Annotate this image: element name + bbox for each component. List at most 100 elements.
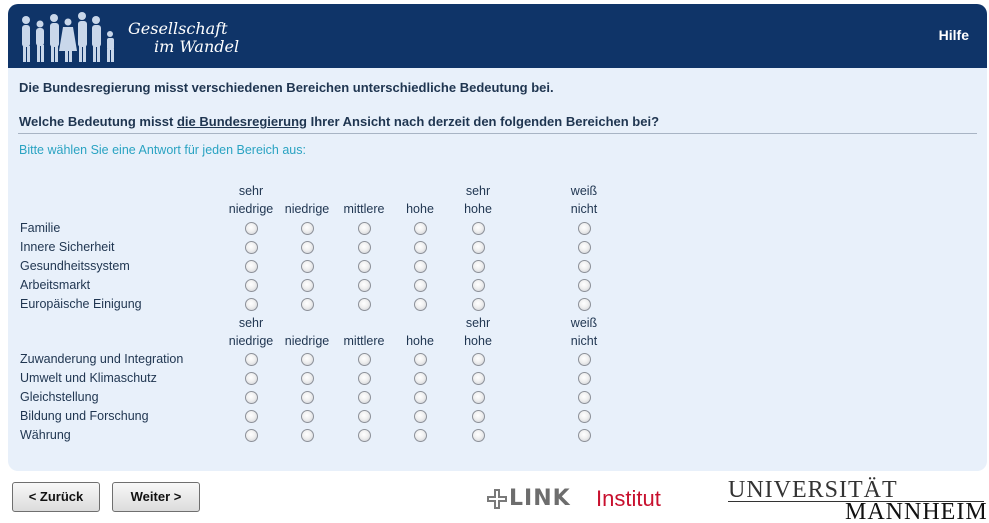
column-header: sehr hohe xyxy=(445,314,511,350)
answer-radio[interactable] xyxy=(578,241,591,254)
answer-radio[interactable] xyxy=(301,241,314,254)
answer-radio[interactable] xyxy=(472,372,485,385)
answer-radio[interactable] xyxy=(245,260,258,273)
answer-radio[interactable] xyxy=(245,391,258,404)
column-header-line1: weiß xyxy=(570,316,598,330)
answer-radio[interactable] xyxy=(414,410,427,423)
answer-radio[interactable] xyxy=(245,353,258,366)
answer-radio[interactable] xyxy=(358,260,371,273)
answer-radio[interactable] xyxy=(414,260,427,273)
answer-radio[interactable] xyxy=(414,222,427,235)
column-header: weiß nicht xyxy=(551,182,617,218)
row-label: Europäische Einigung xyxy=(20,297,142,311)
answer-radio[interactable] xyxy=(245,279,258,292)
answer-radio[interactable] xyxy=(472,410,485,423)
column-header-line1 xyxy=(387,182,453,200)
column-header-line2: nicht xyxy=(570,334,598,348)
answer-radio[interactable] xyxy=(301,372,314,385)
survey-panel: Die Bundesregierung misst verschiedenen … xyxy=(8,68,987,471)
answer-radio[interactable] xyxy=(472,222,485,235)
answer-radio[interactable] xyxy=(472,241,485,254)
help-link[interactable]: Hilfe xyxy=(939,27,969,43)
column-header-line2: nicht xyxy=(570,202,598,216)
logo-line2: im Wandel xyxy=(154,37,240,56)
column-header-line1: weiß xyxy=(570,184,598,198)
answer-radio[interactable] xyxy=(245,410,258,423)
answer-radio[interactable] xyxy=(301,298,314,311)
answer-radio[interactable] xyxy=(578,410,591,423)
link-institut-word: Institut xyxy=(596,486,661,511)
answer-radio[interactable] xyxy=(301,410,314,423)
row-label: Innere Sicherheit xyxy=(20,240,115,254)
column-header-line2: hohe xyxy=(464,202,492,216)
answer-radio[interactable] xyxy=(358,279,371,292)
answer-radio[interactable] xyxy=(358,222,371,235)
answer-radio[interactable] xyxy=(358,429,371,442)
link-word: LINK xyxy=(509,486,571,511)
answer-radio[interactable] xyxy=(472,391,485,404)
answer-radio[interactable] xyxy=(414,279,427,292)
answer-radio[interactable] xyxy=(578,391,591,404)
answer-radio[interactable] xyxy=(472,353,485,366)
answer-radio[interactable] xyxy=(301,279,314,292)
answer-radio[interactable] xyxy=(472,429,485,442)
answer-radio[interactable] xyxy=(245,372,258,385)
answer-radio[interactable] xyxy=(301,353,314,366)
answer-radio[interactable] xyxy=(414,241,427,254)
row-label: Währung xyxy=(20,428,71,442)
answer-radio[interactable] xyxy=(414,429,427,442)
row-label: Arbeitsmarkt xyxy=(20,278,91,292)
answer-radio[interactable] xyxy=(358,410,371,423)
answer-radio[interactable] xyxy=(301,429,314,442)
column-header-line2: hohe xyxy=(464,334,492,348)
gesellschaft-im-wandel-logo: Gesellschaft im Wandel xyxy=(18,10,258,66)
answer-radio[interactable] xyxy=(578,372,591,385)
answer-radio[interactable] xyxy=(578,222,591,235)
answer-radio[interactable] xyxy=(245,298,258,311)
answer-radio[interactable] xyxy=(414,372,427,385)
universitaet-mannheim-logo: UNIVERSITÄT MANNHEIM xyxy=(728,478,987,523)
back-button[interactable]: < Zurück xyxy=(12,482,100,512)
column-header-line1: sehr xyxy=(465,316,491,330)
answer-radio[interactable] xyxy=(358,391,371,404)
answer-radio[interactable] xyxy=(358,353,371,366)
row-label: Gleichstellung xyxy=(20,390,99,404)
answer-radio[interactable] xyxy=(472,279,485,292)
answer-radio[interactable] xyxy=(358,241,371,254)
answer-radio[interactable] xyxy=(578,353,591,366)
answer-radio[interactable] xyxy=(414,298,427,311)
next-button[interactable]: Weiter > xyxy=(112,482,200,512)
answer-radio[interactable] xyxy=(245,222,258,235)
row-label: Familie xyxy=(20,221,61,235)
answer-radio[interactable] xyxy=(414,391,427,404)
answer-radio[interactable] xyxy=(301,391,314,404)
row-label: Bildung und Forschung xyxy=(20,409,149,423)
column-header-line1: sehr xyxy=(465,184,491,198)
column-header: weiß nicht xyxy=(551,314,617,350)
column-header: sehr hohe xyxy=(445,182,511,218)
row-label: Zuwanderung und Integration xyxy=(20,352,184,366)
column-header-line1 xyxy=(387,314,453,332)
answer-radio[interactable] xyxy=(472,260,485,273)
answer-radio[interactable] xyxy=(578,298,591,311)
answer-radio[interactable] xyxy=(301,260,314,273)
logo-text: Gesellschaft im Wandel xyxy=(128,20,239,56)
answer-radio[interactable] xyxy=(245,241,258,254)
answer-radio[interactable] xyxy=(578,429,591,442)
link-cross-icon xyxy=(487,489,507,509)
answer-radio[interactable] xyxy=(301,222,314,235)
answer-radio[interactable] xyxy=(414,353,427,366)
answer-radio[interactable] xyxy=(578,260,591,273)
answer-radio[interactable] xyxy=(245,429,258,442)
answer-radio[interactable] xyxy=(578,279,591,292)
row-label: Umwelt und Klimaschutz xyxy=(20,371,157,385)
logo-line1: Gesellschaft xyxy=(128,19,228,38)
answer-radio[interactable] xyxy=(358,298,371,311)
answer-radio[interactable] xyxy=(358,372,371,385)
answer-radio[interactable] xyxy=(472,298,485,311)
column-header: hohe xyxy=(387,314,453,350)
column-header: hohe xyxy=(387,182,453,218)
column-header-line2: hohe xyxy=(406,202,434,216)
response-grid: sehr niedrige niedrige mittlere hohe sehr h… xyxy=(8,68,987,471)
row-label: Gesundheitssystem xyxy=(20,259,130,273)
